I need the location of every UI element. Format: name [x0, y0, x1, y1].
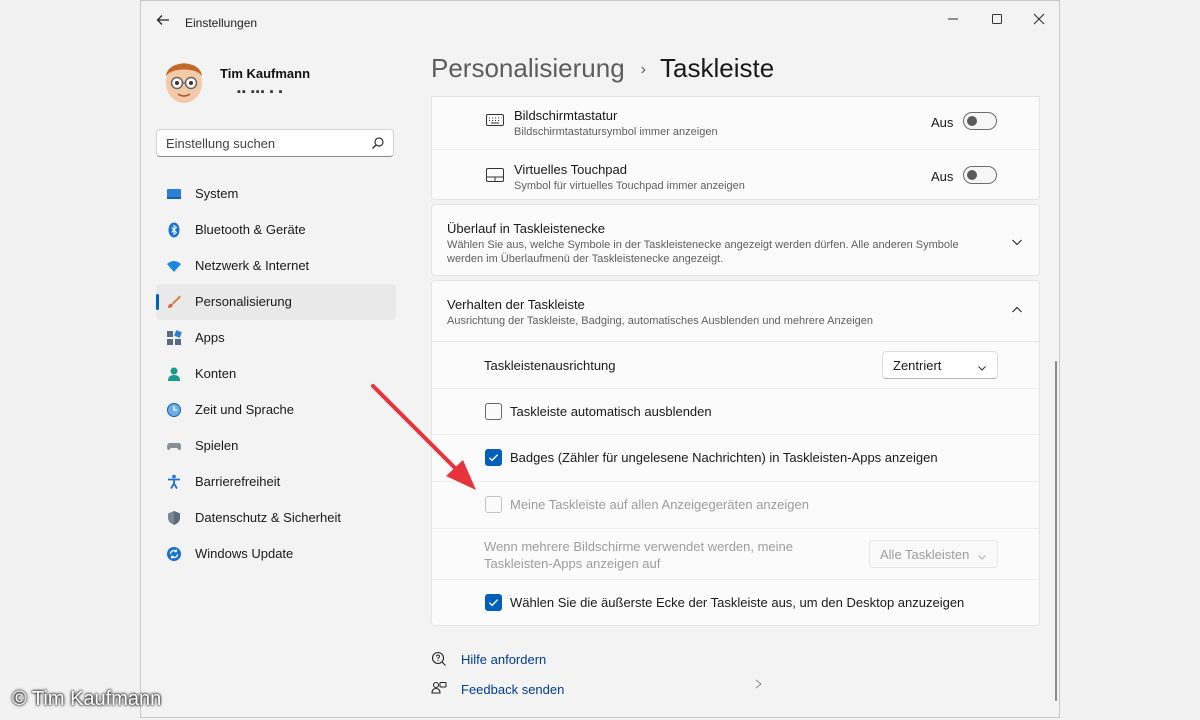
- settings-content: Bildschirmtastatur Bildschirmtastatursym…: [431, 96, 1040, 626]
- system-icon: [166, 186, 182, 202]
- clock-globe-icon: [166, 402, 182, 418]
- help-icon[interactable]: [431, 651, 447, 667]
- corner-icons-card: Bildschirmtastatur Bildschirmtastatursym…: [431, 96, 1040, 200]
- sidebar-item-label: Windows Update: [195, 546, 294, 561]
- keyboard-setting-desc: Bildschirmtastatursymbol immer anzeigen: [514, 126, 718, 138]
- all-displays-label: Meine Taskleiste auf allen Anzeigegeräte…: [510, 497, 809, 512]
- multi-monitor-dropdown[interactable]: Alle Taskleisten: [869, 540, 998, 568]
- sidebar-nav: System Bluetooth & Geräte Netzwerk & Int…: [156, 176, 396, 572]
- touchpad-setting-desc: Symbol für virtuelles Touchpad immer anz…: [514, 180, 745, 192]
- touchpad-toggle-state: Aus: [931, 169, 954, 184]
- alignment-value: Zentriert: [893, 358, 942, 373]
- chevron-down-icon: [977, 549, 987, 560]
- sidebar-item-label: Zeit und Sprache: [195, 402, 295, 417]
- behavior-header[interactable]: Verhalten der Taskleiste Ausrichtung der…: [432, 281, 1039, 342]
- chevron-down-icon: [977, 360, 987, 371]
- sidebar-item-personalization[interactable]: Personalisierung: [156, 284, 396, 320]
- sidebar-item-label: Datenschutz & Sicherheit: [195, 510, 341, 525]
- autohide-label: Taskleiste automatisch ausblenden: [510, 404, 712, 419]
- overflow-desc: Wählen Sie aus, welche Symbole in der Ta…: [447, 239, 959, 265]
- desktop-corner-checkbox[interactable]: [485, 594, 502, 611]
- touchpad-toggle[interactable]: [963, 166, 997, 184]
- alignment-dropdown[interactable]: Zentriert: [882, 351, 998, 379]
- search-placeholder: Einstellung suchen: [166, 136, 276, 151]
- badges-row: Badges (Zähler für ungelesene Nachrichte…: [432, 435, 1039, 482]
- touchpad-setting-row: Virtuelles Touchpad Symbol für virtuelle…: [432, 150, 1039, 202]
- desktop-corner-row: Wählen Sie die äußerste Ecke der Tasklei…: [432, 580, 1039, 625]
- breadcrumb-parent[interactable]: Personalisierung: [431, 53, 625, 83]
- sidebar-item-label: Apps: [195, 330, 225, 345]
- apps-icon: [166, 330, 182, 346]
- bluetooth-icon: [166, 222, 182, 238]
- annotation-arrow-icon: [371, 384, 476, 490]
- sidebar-item-label: Netzwerk & Internet: [195, 258, 310, 273]
- person-icon: [166, 366, 182, 382]
- minimize-button[interactable]: [935, 7, 971, 35]
- sidebar-item-label: System: [195, 186, 239, 201]
- search-input[interactable]: Einstellung suchen: [156, 129, 394, 157]
- sidebar-item-label: Barrierefreiheit: [195, 474, 281, 489]
- shield-icon: [166, 510, 182, 526]
- sidebar-item-label: Bluetooth & Geräte: [195, 222, 306, 237]
- desktop-corner-label: Wählen Sie die äußerste Ecke der Tasklei…: [510, 595, 965, 610]
- touchpad-icon: [486, 168, 504, 187]
- feedback-icon[interactable]: [431, 681, 447, 697]
- breadcrumb: Personalisierung › Taskleiste: [431, 53, 774, 84]
- wifi-icon: [166, 258, 182, 274]
- behavior-title: Verhalten der Taskleiste: [447, 297, 585, 312]
- overflow-title: Überlauf in Taskleistenecke: [447, 221, 606, 236]
- keyboard-icon: [486, 113, 504, 132]
- multi-monitor-value: Alle Taskleisten: [880, 547, 970, 562]
- settings-window: Einstellungen Tim Kaufmann ▪▪ ▪▪▪ ▪ ▪ Ei…: [140, 0, 1060, 718]
- page-title: Taskleiste: [660, 53, 775, 83]
- all-displays-row: Meine Taskleiste auf allen Anzeigegeräte…: [432, 482, 1039, 529]
- sidebar-item-label: Konten: [195, 366, 237, 381]
- checkmark-icon: [489, 599, 499, 607]
- sidebar-item-network[interactable]: Netzwerk & Internet: [156, 248, 396, 284]
- breadcrumb-separator-icon: ›: [640, 61, 646, 78]
- sidebar-item-system[interactable]: System: [156, 176, 396, 212]
- taskbar-behavior-card: Verhalten der Taskleiste Ausrichtung der…: [431, 280, 1040, 626]
- search-icon[interactable]: [371, 136, 385, 150]
- keyboard-setting-title: Bildschirmtastatur: [514, 108, 618, 123]
- back-arrow-icon[interactable]: [153, 12, 173, 32]
- scrollbar[interactable]: [1055, 361, 1057, 701]
- update-icon: [166, 546, 182, 562]
- touchpad-setting-title: Virtuelles Touchpad: [514, 162, 627, 177]
- profile-email-masked: ▪▪ ▪▪▪ ▪ ▪: [237, 86, 284, 98]
- help-link[interactable]: Hilfe anfordern: [461, 652, 546, 667]
- overflow-card[interactable]: Überlauf in Taskleistenecke Wählen Sie a…: [431, 204, 1040, 276]
- title-bar: Einstellungen: [141, 1, 1059, 45]
- feedback-link[interactable]: Feedback senden: [461, 682, 564, 697]
- sidebar-item-privacy[interactable]: Datenschutz & Sicherheit: [156, 500, 396, 536]
- alignment-row: Taskleistenausrichtung Zentriert: [432, 342, 1039, 389]
- badges-label: Badges (Zähler für ungelesene Nachrichte…: [510, 450, 938, 465]
- maximize-button[interactable]: [979, 7, 1015, 35]
- multi-monitor-row: Wenn mehrere Bildschirme verwendet werde…: [432, 529, 1039, 580]
- cursor-icon: [755, 679, 762, 689]
- chevron-up-icon[interactable]: [1010, 303, 1024, 317]
- keyboard-toggle[interactable]: [963, 112, 997, 130]
- profile-name: Tim Kaufmann: [220, 66, 311, 81]
- alignment-label: Taskleistenausrichtung: [484, 358, 616, 373]
- app-title: Einstellungen: [185, 16, 258, 30]
- gamepad-icon: [166, 438, 182, 454]
- sidebar-item-label: Personalisierung: [195, 294, 292, 309]
- accessibility-icon: [166, 474, 182, 490]
- autohide-row: Taskleiste automatisch ausblenden: [432, 389, 1039, 435]
- copyright-watermark: © Tim Kaufmann: [12, 688, 162, 710]
- avatar[interactable]: [161, 53, 207, 105]
- sidebar-item-apps[interactable]: Apps: [156, 320, 396, 356]
- behavior-desc: Ausrichtung der Taskleiste, Badging, aut…: [447, 315, 874, 327]
- keyboard-toggle-state: Aus: [931, 115, 954, 130]
- sidebar-item-bluetooth[interactable]: Bluetooth & Geräte: [156, 212, 396, 248]
- keyboard-setting-row: Bildschirmtastatur Bildschirmtastatursym…: [432, 97, 1039, 150]
- brush-icon: [166, 294, 182, 310]
- chevron-down-icon[interactable]: [1010, 235, 1024, 249]
- sidebar-item-windows-update[interactable]: Windows Update: [156, 536, 396, 572]
- close-button[interactable]: [1021, 7, 1057, 35]
- multi-monitor-label: Wenn mehrere Bildschirme verwendet werde…: [484, 539, 794, 571]
- sidebar-item-label: Spielen: [195, 438, 239, 453]
